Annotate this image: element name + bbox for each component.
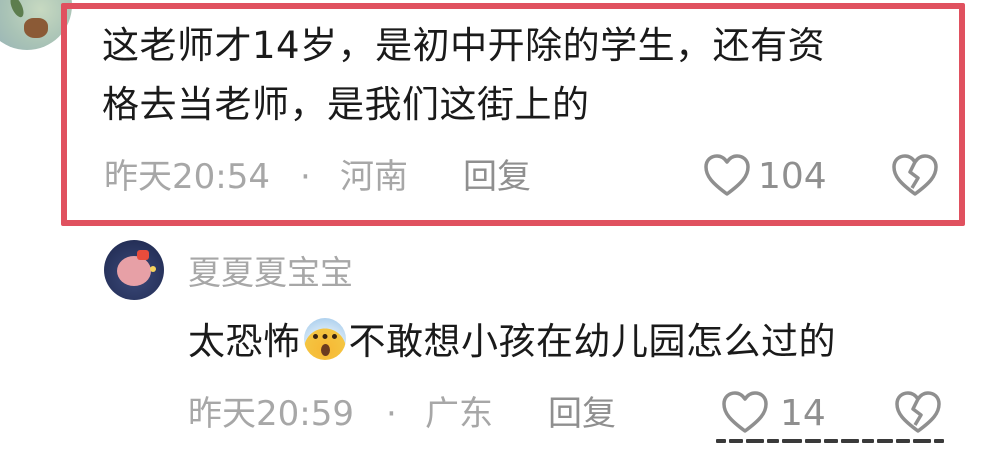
like-count: 104: [758, 156, 827, 197]
avatar-pig-graphic: [117, 256, 151, 286]
avatar-bow-graphic: [137, 250, 149, 260]
reply-button[interactable]: 回复: [463, 157, 531, 197]
avatar[interactable]: [104, 240, 164, 300]
reply-button[interactable]: 回复: [548, 394, 616, 434]
comment-text: 太恐怖 不敢想小孩在幼儿园怎么过的: [188, 316, 836, 368]
meta-separator: ·: [386, 394, 397, 434]
fearful-face-emoji-icon: [303, 318, 346, 360]
comment-text-before-emoji: 太恐怖: [188, 320, 301, 363]
comment-text-after-emoji: 不敢想小孩在幼儿园怎么过的: [348, 320, 836, 363]
heart-outline-icon[interactable]: [702, 152, 752, 200]
comment-text-line-2: 格去当老师，是我们这街上的: [102, 83, 590, 126]
comment-location: 河南: [340, 157, 408, 197]
comment-text-line-1: 这老师才14岁，是初中开除的学生，还有资: [102, 24, 826, 67]
username[interactable]: 夏夏夏宝宝: [188, 253, 353, 293]
watermark: [716, 428, 986, 443]
avatar-leaf-graphic: [7, 0, 27, 20]
comment-time: 昨天20:54: [104, 157, 270, 197]
comment-time: 昨天20:59: [188, 394, 354, 434]
avatar-dog-graphic: [24, 18, 48, 38]
comment-location: 广东: [425, 394, 493, 434]
avatar-star-graphic: [150, 266, 156, 272]
broken-heart-icon[interactable]: [890, 152, 940, 200]
meta-separator: ·: [300, 157, 311, 197]
